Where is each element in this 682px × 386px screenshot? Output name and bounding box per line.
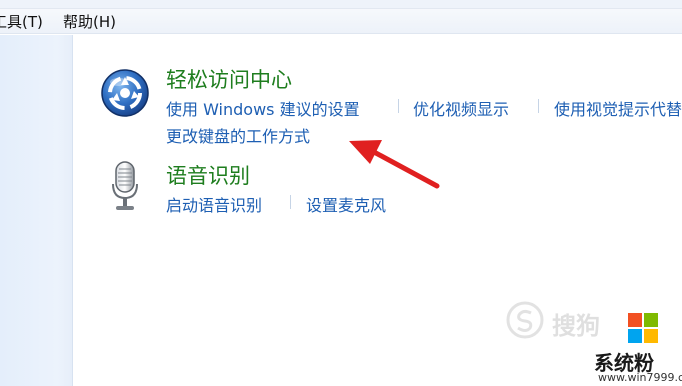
ease-of-access-icon[interactable] [100, 68, 150, 118]
red-arrow [349, 140, 440, 189]
link-separator [398, 99, 399, 113]
microphone-icon[interactable] [108, 160, 142, 214]
site-url-watermark: www.win7999.com [598, 371, 682, 384]
ease-of-access-title[interactable]: 轻松访问中心 [166, 64, 292, 94]
windows-logo-icon [628, 313, 659, 344]
link-start-speech-recognition[interactable]: 启动语音识别 [166, 192, 262, 216]
sogou-watermark-icon [505, 300, 545, 340]
link-windows-recommended-settings[interactable]: 使用 Windows 建议的设置 [166, 96, 360, 120]
link-optimize-video-display[interactable]: 优化视频显示 [413, 96, 509, 120]
link-setup-microphone[interactable]: 设置麦克风 [306, 192, 386, 216]
menu-bar: 工具(T) 帮助(H) [0, 0, 682, 34]
link-separator [538, 99, 539, 113]
menu-tools[interactable]: 工具(T) [0, 11, 43, 32]
menu-help[interactable]: 帮助(H) [63, 11, 116, 32]
link-change-keyboard[interactable]: 更改键盘的工作方式 [166, 123, 310, 147]
link-separator [290, 195, 291, 209]
sogou-watermark-text: 搜狗 [552, 312, 600, 340]
left-navigation-pane [0, 35, 73, 386]
speech-recognition-title[interactable]: 语音识别 [166, 160, 250, 190]
link-use-visual-cues[interactable]: 使用视觉提示代替 [554, 96, 682, 120]
